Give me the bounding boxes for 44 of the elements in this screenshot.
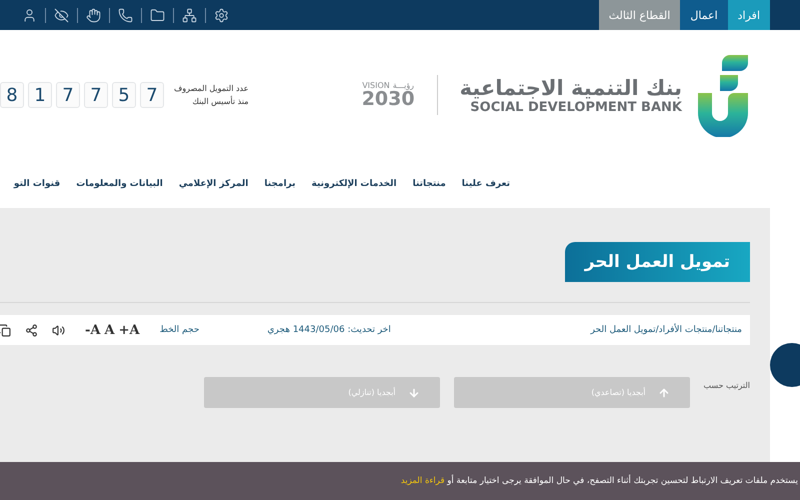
font-size-button[interactable]: A: [102, 322, 117, 338]
page-title: تمويل العمل الحر: [564, 242, 750, 282]
hand-icon[interactable]: [86, 8, 101, 22]
nav-link[interactable]: المركز الإعلامي: [178, 179, 248, 189]
bank-name-english: SOCIAL DEVELOPMENT BANK: [470, 100, 682, 114]
counter-digit: 7: [84, 82, 108, 108]
sector-tab[interactable]: اعمال: [680, 0, 728, 30]
folder-icon[interactable]: [150, 8, 165, 22]
counter-digit: 1: [28, 82, 52, 108]
vision-label: VISION: [362, 82, 390, 90]
user-icon[interactable]: [22, 8, 37, 22]
counter-digit: 7: [140, 82, 164, 108]
share-icon[interactable]: [25, 324, 38, 336]
vision-label-arabic: رؤيـــة: [392, 82, 414, 90]
nav-link[interactable]: منتجاتنا: [412, 179, 446, 189]
counter-digit: 8: [0, 82, 24, 108]
font-size-button[interactable]: -A: [83, 322, 102, 338]
counter-digit: 5: [112, 82, 136, 108]
settings-icon[interactable]: [214, 8, 229, 22]
counter-sublabel: منذ تأسيس البنك: [191, 97, 249, 106]
read-more-link[interactable]: قراءة المزيد: [400, 476, 445, 486]
font-size-label: حجم الخط: [160, 325, 200, 335]
last-updated: اخر تحديث: 1443/05/06 هجري: [267, 325, 391, 335]
vision-year: 2030: [362, 90, 415, 108]
bank-name: بنك التنمية الاجتماعية: [460, 76, 682, 100]
counter-label: عدد التمويل المصروف: [174, 84, 249, 93]
arrow-up-icon: [658, 386, 670, 398]
counter-digit: 7: [56, 82, 80, 108]
nav-link[interactable]: قنوات التو: [14, 179, 60, 189]
nav-link[interactable]: الخدمات الإلكترونية: [312, 179, 397, 189]
font-size-button[interactable]: +A: [116, 322, 142, 338]
nav-link[interactable]: البيانات والمعلومات: [76, 179, 163, 189]
copy-icon[interactable]: [0, 324, 11, 336]
nav-link[interactable]: برامجنا: [264, 179, 296, 189]
speaker-icon[interactable]: [52, 324, 65, 336]
eye-off-icon[interactable]: [54, 8, 69, 22]
phone-icon[interactable]: [118, 8, 133, 22]
cookie-notice: يستخدم ملفات تعريف الارتباط لتحسين تجربتك أثناء التصفح، في حال الموافقة يرجى اختيار متابعة أو قراءة المزيد: [400, 476, 798, 486]
breadcrumb: منتجاتنا/منتجات الأفراد/تمويل العمل الحر: [590, 325, 742, 335]
sort-label: الترتيب حسب: [704, 381, 750, 390]
arrow-down-icon: [408, 386, 420, 398]
sitemap-icon[interactable]: [182, 8, 197, 22]
bank-logo-icon: [696, 53, 750, 137]
nav-link[interactable]: تعرف علينا: [462, 179, 510, 189]
